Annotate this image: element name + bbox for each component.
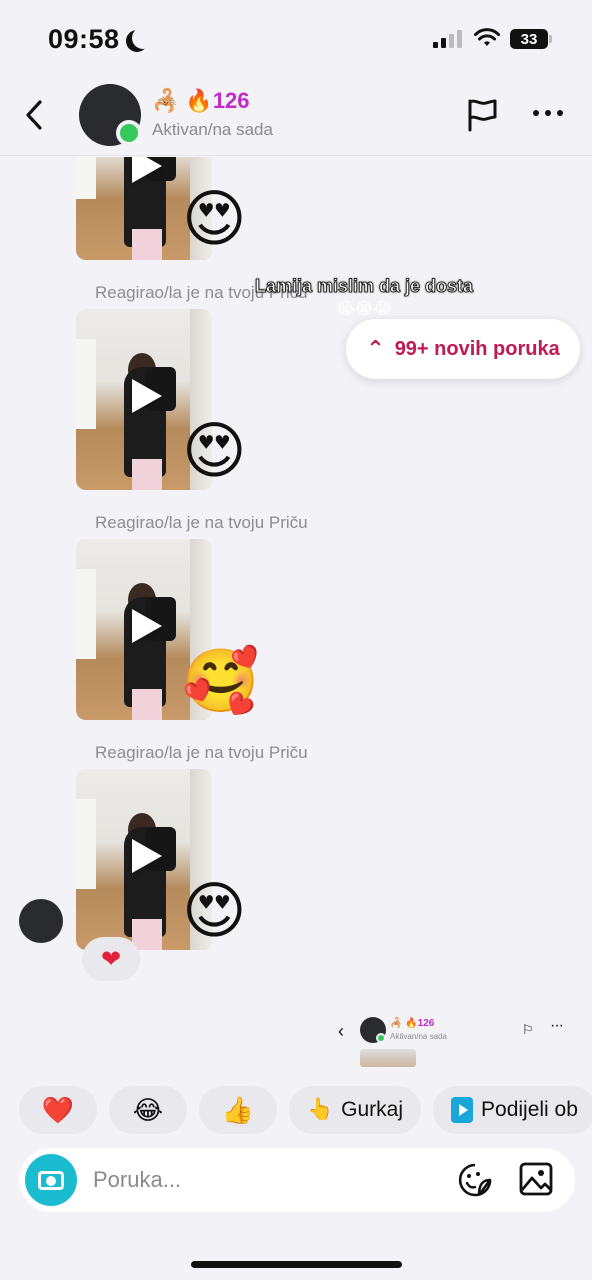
- share-button[interactable]: Podijeli ob: [433, 1086, 592, 1134]
- reaction-emoji: 😍: [182, 185, 247, 254]
- mini-chat-preview: ‹ 🦂 🔥126 Aktivan/na sada ⚐ ···: [330, 1015, 580, 1067]
- fire-icon: 🔥: [185, 88, 213, 113]
- play-icon: [132, 609, 162, 643]
- laugh-emoji: 😂: [132, 1094, 164, 1125]
- streak-badge: 🔥126: [185, 88, 249, 114]
- online-indicator: [116, 120, 142, 146]
- mini-streak: 🦂 🔥126: [390, 1018, 435, 1029]
- reaction-emoji: 🥰: [182, 647, 260, 716]
- share-label: Podijeli ob: [481, 1098, 578, 1121]
- sender-avatar[interactable]: [19, 899, 63, 943]
- heart-reaction-bubble[interactable]: ❤: [82, 937, 140, 981]
- quick-replies-bar: ❤️ 😂 👍 👆 Gurkaj Podijeli ob: [19, 1086, 592, 1134]
- thumbs-up-emoji: 👍: [221, 1094, 255, 1125]
- pointing-hand-icon: 👆: [307, 1098, 334, 1121]
- battery-icon: 33: [510, 29, 552, 49]
- play-icon: [132, 157, 162, 183]
- reaction-emoji: 😍: [182, 417, 247, 486]
- moon-icon: [132, 27, 154, 49]
- battery-level: 33: [520, 30, 538, 48]
- mini-more-icon: ···: [550, 1017, 564, 1034]
- reaction-emoji: 😍: [182, 877, 247, 946]
- flag-icon[interactable]: [466, 98, 498, 132]
- nudge-label: Gurkaj: [341, 1098, 404, 1121]
- heart-icon: ❤: [100, 945, 122, 973]
- reacted-label: Reagirao/la je na tvoju Priču: [95, 743, 308, 762]
- mini-flag-icon: ⚐: [522, 1022, 534, 1037]
- reacted-label: Reagirao/la je na tvoju Priču: [95, 513, 308, 532]
- streak-count: 126: [212, 88, 250, 113]
- chat-thread[interactable]: 😍 Reagirao/la je na tvoju Priču 😍 Reagir…: [0, 157, 592, 1077]
- camera-button[interactable]: [25, 1154, 77, 1206]
- mini-story-thumbnail: [360, 1049, 416, 1067]
- status-time: 09:58: [48, 24, 148, 55]
- heart-emoji: ❤️: [41, 1094, 75, 1125]
- back-arrow-icon[interactable]: [22, 98, 46, 132]
- gallery-icon[interactable]: [519, 1162, 553, 1196]
- mini-back-icon: ‹: [338, 1021, 344, 1041]
- nudge-button[interactable]: 👆 Gurkaj: [289, 1086, 422, 1134]
- clock-text: 09:58: [48, 24, 120, 54]
- quick-reply-laugh[interactable]: 😂: [109, 1086, 187, 1134]
- presence-status: Aktivan/na sada: [152, 120, 273, 139]
- sticker-icon[interactable]: [457, 1162, 493, 1198]
- play-icon: [132, 379, 162, 413]
- friend-name-row[interactable]: 🦂 🔥126: [152, 88, 250, 114]
- scorpion-emoji: 🦂: [152, 88, 180, 113]
- video-caption: Lamija mislim da je dosta 😭😭😭: [246, 274, 482, 322]
- share-play-icon: [451, 1097, 474, 1123]
- mini-status: Aktivan/na sada: [390, 1032, 447, 1041]
- more-options-icon[interactable]: [533, 110, 563, 116]
- quick-reply-thumbs-up[interactable]: 👍: [199, 1086, 277, 1134]
- caption-line: Lamija mislim da je dosta: [254, 276, 474, 297]
- new-messages-button[interactable]: ⌃ 99+ novih poruka: [346, 319, 580, 379]
- home-indicator: [191, 1261, 402, 1268]
- mini-online-indicator: [376, 1033, 386, 1043]
- message-input[interactable]: [93, 1164, 433, 1196]
- signal-icon: [433, 30, 462, 48]
- play-icon: [132, 839, 162, 873]
- camera-icon: [38, 1170, 64, 1190]
- chat-header: 🦂 🔥126 Aktivan/na sada: [0, 78, 592, 156]
- quick-reply-heart[interactable]: ❤️: [19, 1086, 97, 1134]
- new-messages-label: 99+ novih poruka: [394, 337, 560, 360]
- double-chevron-up-icon: ⌃: [366, 336, 385, 361]
- message-composer: [19, 1148, 575, 1212]
- wifi-icon: [474, 28, 500, 46]
- status-bar: 09:58 33: [0, 0, 592, 78]
